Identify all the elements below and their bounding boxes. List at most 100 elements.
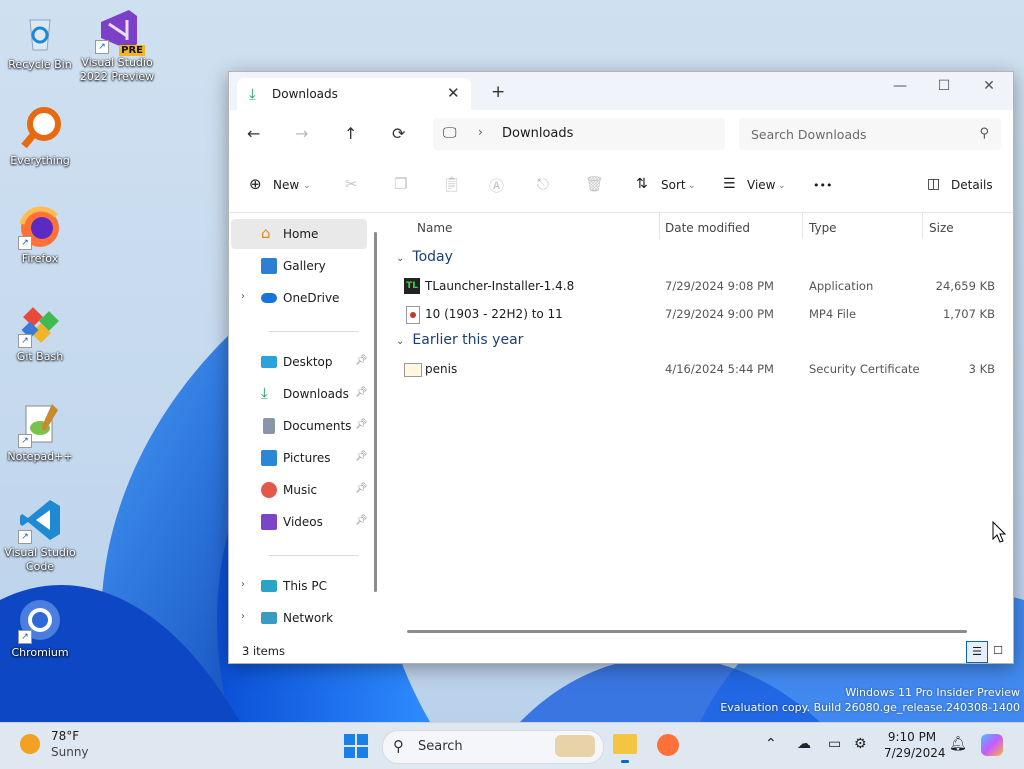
up-button[interactable]: ↑ bbox=[344, 124, 357, 143]
column-header-size[interactable]: Size bbox=[929, 221, 954, 235]
pin-icon[interactable]: 📌︎ bbox=[355, 355, 368, 366]
view-button[interactable]: View bbox=[747, 178, 775, 192]
desktop-icon-visual-studio[interactable]: PRE ↗ Visual Studio 2022 Preview bbox=[77, 6, 157, 84]
column-header-date[interactable]: Date modified bbox=[665, 221, 750, 235]
desktop-icon-notepad-plus-plus[interactable]: ↗ Notepad++ bbox=[0, 400, 80, 464]
rename-icon[interactable]: Ⓐ bbox=[489, 175, 504, 196]
sidebar-item-music[interactable]: Music 📌︎ bbox=[231, 475, 368, 505]
pin-icon[interactable]: 📌︎ bbox=[355, 451, 368, 462]
desktop-icon-git-bash[interactable]: ↗ Git Bash bbox=[0, 300, 80, 364]
expand-chevron-icon[interactable]: › bbox=[241, 579, 245, 590]
expand-chevron-icon[interactable]: › bbox=[241, 611, 245, 622]
column-divider[interactable] bbox=[802, 213, 803, 239]
tab-downloads[interactable]: ⤓ Downloads ✕ bbox=[237, 78, 471, 110]
pin-icon[interactable]: 📌︎ bbox=[355, 483, 368, 494]
sidebar-item-desktop[interactable]: Desktop 📌︎ bbox=[231, 347, 368, 377]
search-box[interactable]: Search Downloads ⚲ bbox=[739, 118, 1001, 150]
sidebar-item-label: Gallery bbox=[283, 259, 326, 273]
pin-icon[interactable]: 📌︎ bbox=[355, 419, 368, 430]
sidebar-scrollbar[interactable] bbox=[374, 232, 377, 592]
copilot-preview-icon[interactable] bbox=[981, 734, 1003, 756]
desktop-icon-everything[interactable]: Everything bbox=[0, 104, 80, 168]
large-icons-view-icon[interactable]: ☐ bbox=[988, 641, 1008, 661]
title-bar[interactable]: ⤓ Downloads ✕ + — ☐ ✕ bbox=[229, 72, 1013, 110]
weather-temperature[interactable]: 78°F bbox=[51, 729, 79, 743]
clock[interactable]: 9:10 PM 7/29/2024 bbox=[884, 729, 946, 761]
file-row[interactable]: 10 (1903 - 22H2) to 11 7/29/2024 9:00 PM… bbox=[386, 301, 1013, 327]
details-pane-icon[interactable]: ◫ bbox=[927, 176, 940, 192]
new-button[interactable]: New bbox=[273, 178, 299, 192]
windows-start-icon[interactable] bbox=[344, 734, 368, 758]
desktop-icon-vscode[interactable]: ↗ Visual Studio Code bbox=[0, 496, 80, 574]
taskbar-search-box[interactable]: ⚲ Search bbox=[382, 730, 604, 764]
navigation-bar: ← → ↑ ⟳ 🖵 › Downloads Search Downloads ⚲ bbox=[229, 110, 1013, 158]
column-divider[interactable] bbox=[659, 213, 660, 239]
file-date: 4/16/2024 5:44 PM bbox=[665, 362, 774, 376]
notification-bell-icon[interactable]: 🔔︎ bbox=[949, 736, 967, 752]
firefox-taskbar-icon[interactable] bbox=[657, 734, 679, 756]
delete-icon[interactable]: 🗑︎ bbox=[585, 175, 604, 193]
details-view-icon[interactable]: ☰ bbox=[966, 641, 988, 663]
back-button[interactable]: ← bbox=[247, 124, 260, 143]
sidebar-item-onedrive[interactable]: › OneDrive bbox=[231, 283, 367, 313]
sidebar-item-documents[interactable]: Documents 📌︎ bbox=[231, 411, 368, 441]
desktop-icon-chromium[interactable]: ↗ Chromium bbox=[0, 596, 80, 660]
sidebar-item-videos[interactable]: Videos 📌︎ bbox=[231, 507, 368, 537]
sort-icon[interactable]: ⇅ bbox=[636, 176, 648, 192]
sidebar-item-home[interactable]: ⌂ Home bbox=[231, 219, 367, 249]
pin-icon[interactable]: 📌︎ bbox=[355, 515, 368, 526]
sidebar-item-gallery[interactable]: Gallery bbox=[231, 251, 367, 281]
group-header-today[interactable]: ⌄ Today bbox=[396, 249, 453, 265]
desktop-icon-recycle-bin[interactable]: Recycle Bin bbox=[0, 8, 80, 72]
file-row[interactable]: penis 4/16/2024 5:44 PM Security Certifi… bbox=[386, 356, 1013, 382]
view-icon[interactable]: ☰ bbox=[723, 176, 736, 192]
paste-icon[interactable]: 📋︎ bbox=[442, 175, 461, 193]
maximize-button[interactable]: ☐ bbox=[929, 78, 959, 94]
pin-icon[interactable]: 📌︎ bbox=[355, 387, 368, 398]
column-header-type[interactable]: Type bbox=[809, 221, 837, 235]
file-explorer-window: ⤓ Downloads ✕ + — ☐ ✕ ← → ↑ ⟳ 🖵 › Downlo… bbox=[228, 71, 1014, 664]
horizontal-scrollbar[interactable] bbox=[407, 630, 967, 633]
sidebar-item-this-pc[interactable]: › This PC bbox=[231, 571, 367, 601]
copy-icon[interactable]: ❐ bbox=[394, 175, 407, 193]
settings-tray-icon[interactable]: ⚙ bbox=[854, 736, 867, 752]
share-icon[interactable]: ⎋ bbox=[537, 175, 549, 193]
desktop-icon-label: Firefox bbox=[21, 252, 59, 265]
collapse-chevron-icon: ⌄ bbox=[396, 253, 405, 264]
sidebar-item-label: Downloads bbox=[283, 387, 349, 401]
group-header-earlier-this-year[interactable]: ⌄ Earlier this year bbox=[396, 332, 523, 348]
onedrive-offline-icon[interactable]: ☁ bbox=[797, 736, 811, 752]
sun-icon[interactable] bbox=[20, 734, 40, 754]
file-explorer-taskbar-icon[interactable] bbox=[613, 734, 637, 754]
display-icon[interactable]: ▭ bbox=[828, 736, 841, 752]
sidebar-item-downloads[interactable]: ⤓ Downloads 📌︎ bbox=[231, 379, 368, 409]
refresh-button[interactable]: ⟳ bbox=[392, 124, 405, 143]
breadcrumb-downloads[interactable]: Downloads bbox=[502, 126, 573, 141]
file-row[interactable]: TL TLauncher-Installer-1.4.8 7/29/2024 9… bbox=[386, 273, 1013, 299]
minimize-button[interactable]: — bbox=[885, 78, 915, 94]
expand-chevron-icon[interactable]: › bbox=[241, 291, 245, 302]
weather-condition[interactable]: Sunny bbox=[51, 745, 89, 759]
cut-icon[interactable]: ✂ bbox=[345, 175, 358, 193]
new-plus-icon[interactable]: ⊕ bbox=[249, 175, 262, 193]
address-bar[interactable]: 🖵 › Downloads bbox=[433, 118, 725, 150]
file-size: 3 KB bbox=[968, 362, 995, 376]
sidebar-item-pictures[interactable]: Pictures 📌︎ bbox=[231, 443, 368, 473]
more-options-button[interactable]: ••• bbox=[813, 179, 832, 192]
home-icon: ⌂ bbox=[261, 224, 271, 242]
column-header-name[interactable]: Name bbox=[417, 221, 452, 235]
column-divider[interactable] bbox=[922, 213, 923, 239]
show-hidden-icons-chevron-icon[interactable]: ⌃ bbox=[765, 736, 777, 752]
desktop-icon-firefox[interactable]: ↗ Firefox bbox=[0, 202, 80, 266]
new-tab-button[interactable]: + bbox=[491, 82, 505, 102]
forward-button[interactable]: → bbox=[295, 124, 308, 143]
desktop-icon-label: Everything bbox=[10, 154, 70, 167]
close-button[interactable]: ✕ bbox=[974, 78, 1004, 94]
file-type: MP4 File bbox=[809, 307, 857, 321]
details-button[interactable]: Details bbox=[951, 178, 993, 192]
sidebar-item-network[interactable]: › Network bbox=[231, 603, 367, 633]
sidebar-item-label: Home bbox=[283, 227, 319, 241]
desktop-icon-label: Recycle Bin bbox=[8, 58, 72, 71]
tab-close-button[interactable]: ✕ bbox=[447, 84, 460, 102]
sort-button[interactable]: Sort bbox=[661, 178, 686, 192]
